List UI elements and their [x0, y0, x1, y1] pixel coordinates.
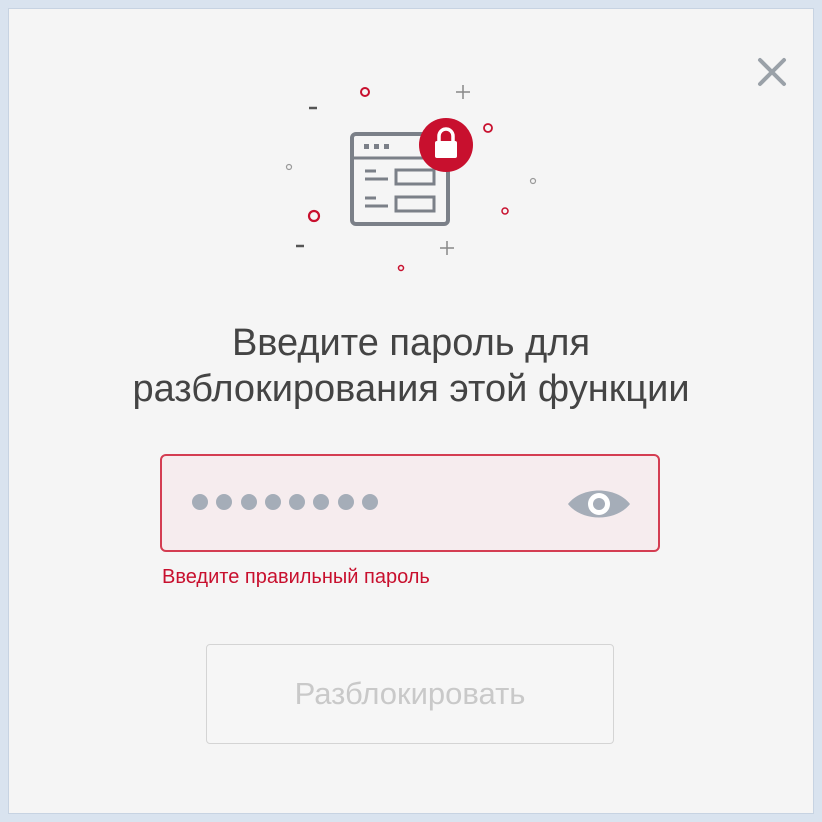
unlock-button[interactable]: Разблокировать	[206, 644, 614, 744]
decor-circle	[397, 264, 405, 272]
password-dot	[337, 494, 354, 510]
dialog-title: Введите пароль для разблокирования этой …	[0, 320, 822, 412]
close-button[interactable]	[752, 52, 792, 92]
password-dot	[240, 494, 257, 510]
decor-circle	[529, 177, 537, 185]
decor-circle	[285, 163, 293, 171]
eye-icon[interactable]	[566, 484, 632, 524]
password-dot	[313, 494, 330, 510]
password-dot	[216, 494, 233, 510]
decor-circle	[307, 209, 321, 223]
decor-circle	[360, 87, 370, 97]
decor-circle	[483, 123, 493, 133]
password-field[interactable]	[160, 454, 660, 552]
password-dot	[264, 494, 281, 510]
password-mask	[192, 494, 386, 510]
password-dot	[362, 494, 379, 510]
decor-circle	[501, 207, 509, 215]
dialog-title-line-1: Введите пароль для	[231, 322, 591, 364]
locked-window-icon	[285, 85, 537, 272]
error-message: Введите правильный пароль	[162, 566, 430, 588]
decor-plus	[456, 85, 470, 99]
dialog-title-line-2: разблокирования этой функции	[132, 368, 690, 410]
password-dot	[289, 494, 306, 510]
password-dot	[192, 494, 208, 510]
close-icon	[758, 58, 786, 86]
decor-plus	[440, 241, 454, 255]
